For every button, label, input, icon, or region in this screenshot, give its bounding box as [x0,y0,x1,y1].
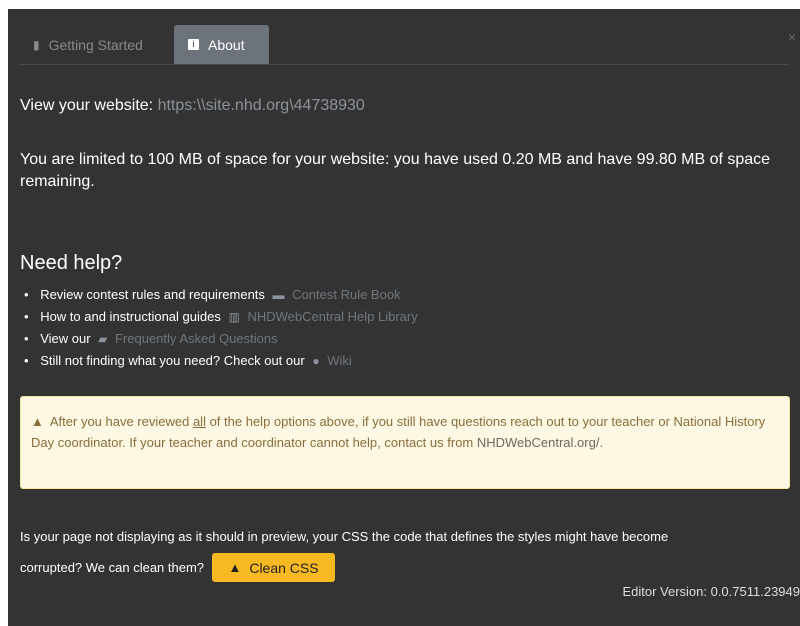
list-item: How to and instructional guides ▥ NHDWeb… [20,306,418,328]
help-list: Review contest rules and requirements ▬ … [20,284,418,372]
help-library-link[interactable]: NHDWebCentral Help Library [247,309,417,324]
contest-rule-book-link[interactable]: Contest Rule Book [292,287,400,302]
tab-label: Getting Started [48,36,143,53]
help-title: Need help? [20,252,123,274]
book-icon: ▮ [33,37,40,52]
quota-text: You are limited to 100 MB of space for y… [20,151,771,190]
faq-link[interactable]: Frequently Asked Questions [115,331,278,346]
comments-icon: ▰ [98,332,108,346]
css-row: corrupted? We can clean them? ▲ Clean CS… [20,553,336,582]
list-item: Review contest rules and requirements ▬ … [20,284,418,306]
close-icon[interactable]: × [788,29,796,45]
list-item: Still not finding what you need? Check o… [20,350,418,372]
tab-label: About [208,36,245,53]
about-dialog: ▮ Getting Started i About × View your we… [8,9,800,626]
users-icon: ● [312,354,320,368]
warning-icon: ▲ [228,560,242,575]
css-note-line2: corrupted? We can clean them? [20,560,205,575]
clean-css-label: Clean CSS [249,559,319,576]
tab-getting-started[interactable]: ▮ Getting Started [19,25,174,64]
tab-bar: ▮ Getting Started i About [19,25,789,65]
help-alert: ▲ After you have reviewed all of the help… [20,396,790,489]
wiki-link[interactable]: Wiki [327,353,352,368]
library-icon: ▥ [228,310,240,324]
clean-css-button[interactable]: ▲ Clean CSS [212,553,336,582]
alert-emphasis: all [192,414,206,429]
list-item: View our ▰ Frequently Asked Questions [20,328,418,350]
warning-icon: ▲ [31,414,44,429]
website-label: View your website: [20,97,154,114]
css-note: Is your page not displaying as it should… [20,529,669,544]
tab-about[interactable]: i About [174,25,269,64]
website-line: View your website: https:\\site.nhd.org\… [20,97,365,115]
nhdwebcentral-link[interactable]: NHDWebCentral.org/ [477,435,600,450]
book-icon: ▬ [272,288,285,302]
editor-version: Editor Version: 0.0.7511.23949 [622,584,800,599]
info-icon: i [188,39,199,50]
website-link[interactable]: https:\\site.nhd.org\44738930 [158,97,365,114]
